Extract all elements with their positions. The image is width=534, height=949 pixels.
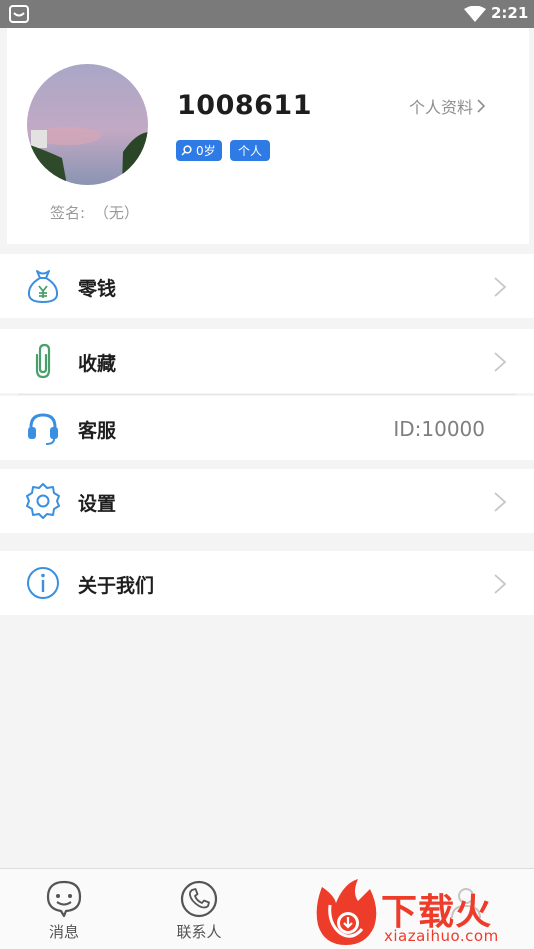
chevron-right-icon <box>494 574 507 594</box>
status-time: 2:21 <box>491 4 529 22</box>
watermark-url: xiazaihuo.com <box>384 927 499 945</box>
phone-icon <box>180 880 218 918</box>
paperclip-icon <box>35 343 51 379</box>
menu-label-settings: 设置 <box>78 493 117 515</box>
chat-bubble-icon <box>46 880 82 918</box>
profile-link-label: 个人资料 <box>409 98 474 117</box>
menu-label-favorites: 收藏 <box>78 353 117 375</box>
nav-messages[interactable]: 消息 <box>24 879 104 942</box>
status-bar: 2:21 <box>0 0 534 28</box>
profile-card[interactable]: 1008611 个人资料 0岁 个人 签名: （无） <box>7 28 529 244</box>
signature-value: （无） <box>93 204 139 222</box>
menu-item-favorites[interactable]: 收藏 <box>0 329 534 393</box>
nav-contacts[interactable]: 联系人 <box>159 879 239 942</box>
service-id: ID:10000 <box>393 417 485 441</box>
menu-label-about: 关于我们 <box>78 575 155 597</box>
chevron-right-icon <box>494 492 507 512</box>
age-tag-label: 0岁 <box>196 144 216 158</box>
profile-link[interactable]: 个人资料 <box>409 94 486 118</box>
menu-item-settings[interactable]: 设置 <box>0 469 534 533</box>
menu-label-wallet: 零钱 <box>78 278 117 300</box>
money-bag-icon <box>27 270 59 303</box>
nav-contacts-label: 联系人 <box>176 923 222 941</box>
signature-label: 签名: <box>50 204 86 222</box>
avatar[interactable] <box>27 64 148 185</box>
signature: 签名: （无） <box>50 202 139 223</box>
gear-icon <box>26 483 60 519</box>
wifi-icon <box>464 6 486 22</box>
headset-icon <box>28 413 58 445</box>
chevron-right-icon <box>477 99 486 113</box>
type-tag: 个人 <box>230 140 270 161</box>
flame-logo-icon <box>316 879 377 945</box>
menu-item-wallet[interactable]: 零钱 <box>0 254 534 318</box>
info-icon <box>27 567 59 599</box>
notification-icon <box>9 5 29 23</box>
chevron-right-icon <box>494 277 507 297</box>
watermark: 下载火 xiazaihuo.com <box>314 879 532 947</box>
menu-label-service: 客服 <box>78 420 117 442</box>
age-tag: 0岁 <box>176 140 222 161</box>
chevron-right-icon <box>494 352 507 372</box>
type-tag-label: 个人 <box>237 144 262 158</box>
menu-item-service[interactable]: 客服 ID:10000 <box>0 396 534 460</box>
nav-messages-label: 消息 <box>48 923 79 941</box>
menu-item-about[interactable]: 关于我们 <box>0 551 534 615</box>
gender-icon <box>181 145 192 156</box>
divider <box>18 394 516 395</box>
username: 1008611 <box>177 90 313 121</box>
